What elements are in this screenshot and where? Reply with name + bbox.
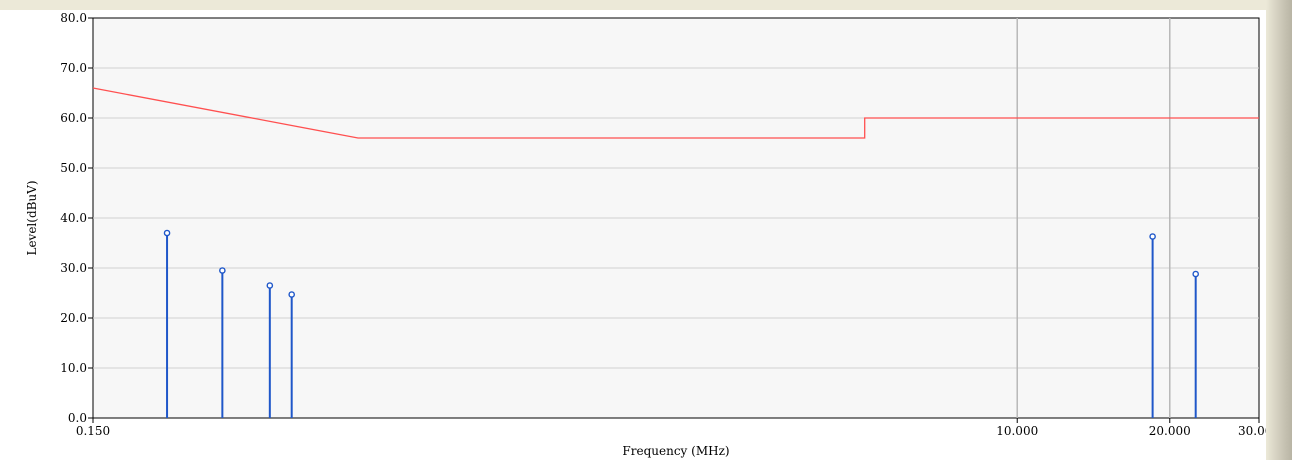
x-tick-label: 10.000 — [996, 424, 1038, 438]
emission-chart: 0.0 10.0 20.0 30.0 40.0 50.0 60.0 70.0 80.0 0.15… — [25, 11, 1266, 458]
x-axis-label: Frequency (MHz) — [622, 444, 729, 458]
y-tick-label: 60.0 — [60, 111, 87, 125]
peak-marker — [1149, 233, 1156, 240]
y-tick-label: 40.0 — [60, 211, 87, 225]
y-tick-label: 50.0 — [60, 161, 87, 175]
peak-marker — [288, 291, 295, 298]
x-tick-label: 30.000 — [1238, 424, 1266, 438]
y-tick-label: 70.0 — [60, 61, 87, 75]
x-axis-ticks: 0.150 10.000 20.000 30.000 — [76, 418, 1266, 438]
y-tick-label: 80.0 — [60, 11, 87, 25]
y-tick-label: 30.0 — [60, 261, 87, 275]
y-tick-label: 20.0 — [60, 311, 87, 325]
peak-marker — [1192, 270, 1199, 278]
peak-marker — [266, 282, 274, 289]
x-tick-label: 0.150 — [76, 424, 110, 438]
peak-marker — [219, 267, 226, 274]
y-axis-label: Level(dBuV) — [25, 180, 39, 255]
chart-frame: 0.0 10.0 20.0 30.0 40.0 50.0 60.0 70.0 80.0 0.15… — [0, 0, 1292, 460]
window-edge — [1266, 0, 1292, 460]
y-tick-label: 10.0 — [60, 361, 87, 375]
peak-marker — [163, 229, 171, 237]
x-tick-label: 20.000 — [1149, 424, 1191, 438]
y-axis-ticks: 0.0 10.0 20.0 30.0 40.0 50.0 60.0 70.0 80.0 — [60, 11, 93, 425]
y-tick-label: 0.0 — [68, 411, 87, 425]
